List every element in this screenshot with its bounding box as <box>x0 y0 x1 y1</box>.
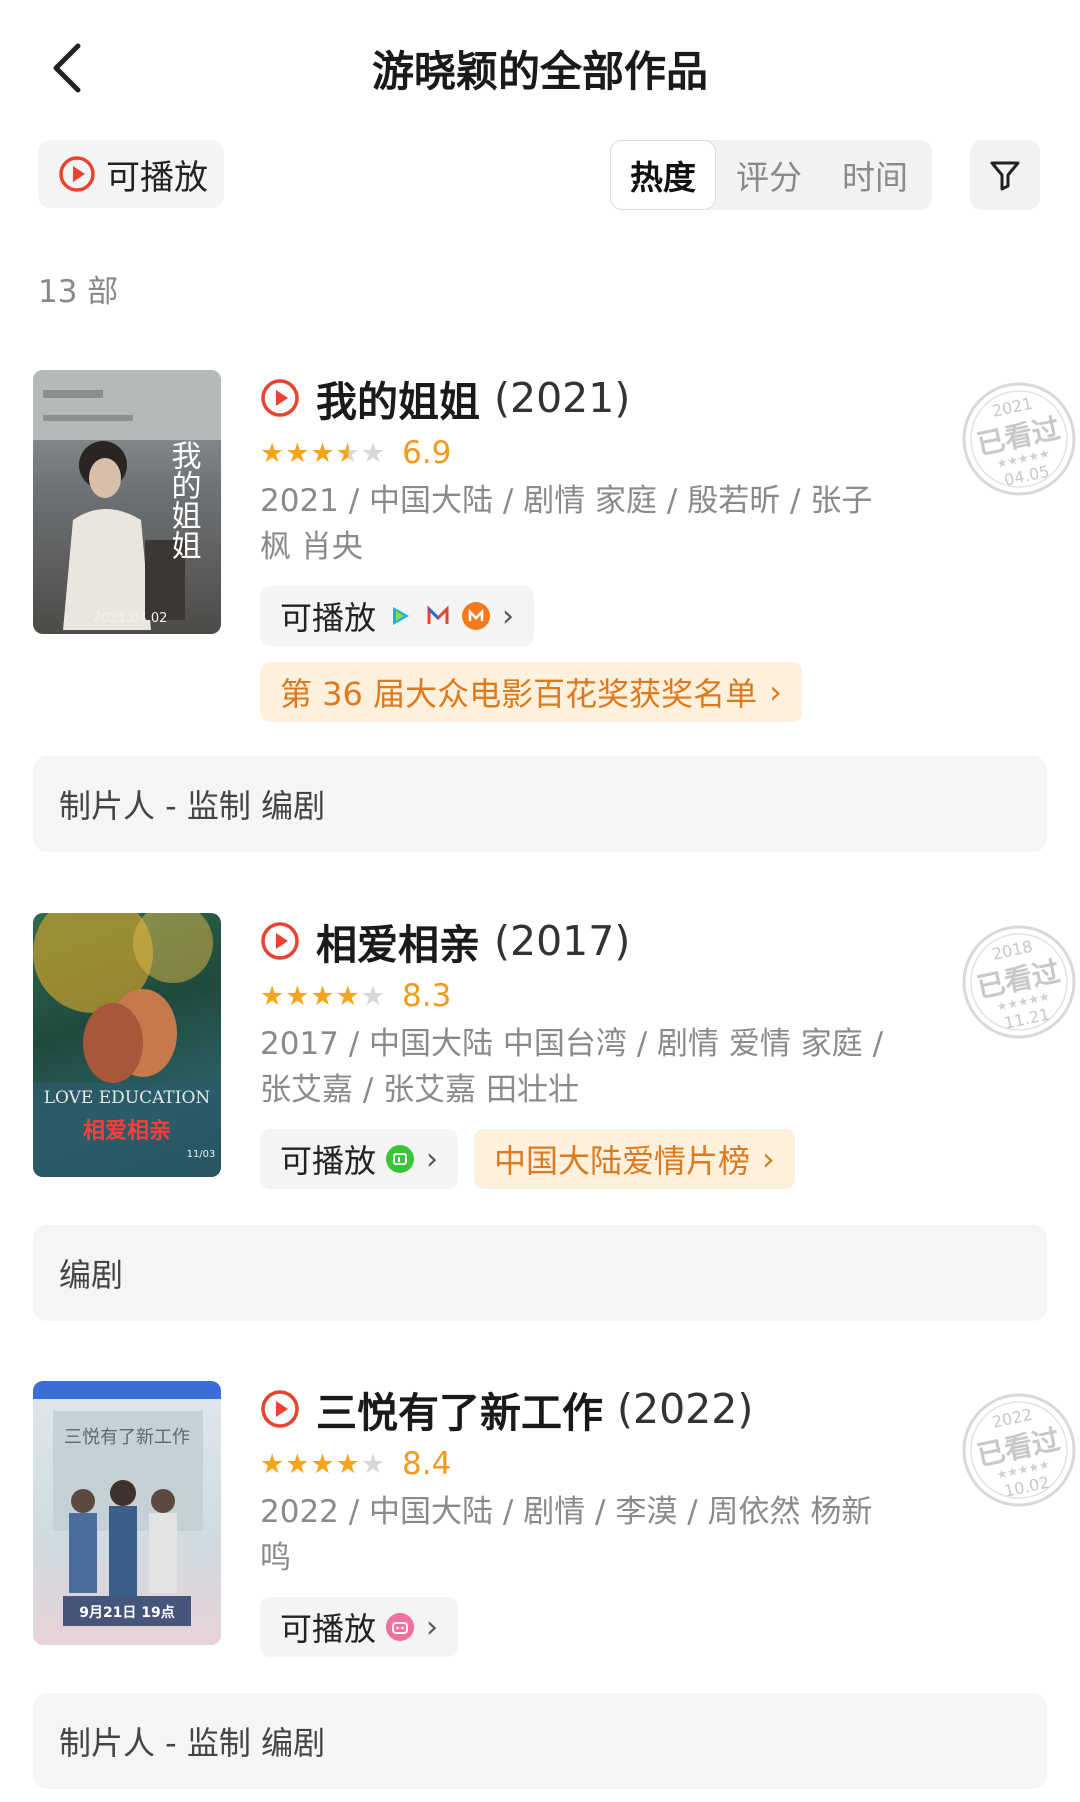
tab-popularity[interactable]: 热度 <box>610 140 716 210</box>
poster-date-text: 2021.04.02 <box>93 611 167 626</box>
work-info: 我的姐姐 (2021) ★★★★★ 6.9 2021 / 中国大陆 / 剧情 家… <box>260 370 900 722</box>
work-year: (2021) <box>494 374 631 422</box>
work-info: 三悦有了新工作 (2022) ★★★★★ 8.4 2022 / 中国大陆 / 剧… <box>260 1381 900 1657</box>
ranking-list-link[interactable]: 中国大陆爱情片榜 › <box>474 1129 795 1189</box>
works-count: 13 部 <box>38 274 119 310</box>
filter-button[interactable] <box>970 140 1040 210</box>
work-meta: 2022 / 中国大陆 / 剧情 / 李漠 / 周依然 杨新鸣 <box>260 1494 873 1576</box>
work-meta: 2021 / 中国大陆 / 剧情 家庭 / 殷若昕 / 张子枫 肖央 <box>260 483 873 565</box>
poster-date-text: 11/03 <box>187 1149 216 1160</box>
play-label: 可播放 <box>280 1142 377 1180</box>
play-circle-icon <box>59 156 95 192</box>
chevron-right-icon: › <box>769 673 782 711</box>
play-circle-icon <box>261 922 299 960</box>
tab-time[interactable]: 时间 <box>822 140 928 210</box>
play-circle-icon <box>261 379 299 417</box>
poster-image[interactable]: 我的姐姐 2021.04.02 <box>33 370 221 634</box>
work-info: 相爱相亲 (2017) ★★★★★ 8.3 2017 / 中国大陆 中国台湾 /… <box>260 913 900 1189</box>
bilibili-icon <box>386 1613 415 1641</box>
funnel-icon <box>990 161 1020 191</box>
rating-stars: ★★★★★ <box>260 980 387 1012</box>
role-bar: 编剧 <box>33 1225 1047 1321</box>
play-label: 可播放 <box>280 1610 377 1648</box>
chevron-right-icon: › <box>426 1141 439 1177</box>
play-sources-button[interactable]: 可播放 › <box>260 1129 459 1189</box>
tab-rating[interactable]: 评分 <box>716 140 822 210</box>
work-title[interactable]: 相爱相亲 <box>316 911 480 971</box>
toolbar: 可播放 热度 评分 时间 <box>0 140 1080 212</box>
poster-title-text: 三悦有了新工作 <box>64 1427 190 1448</box>
chevron-right-icon: › <box>502 598 515 634</box>
play-circle-icon <box>261 1390 299 1428</box>
award-label: 中国大陆爱情片榜 <box>494 1142 751 1180</box>
playable-filter-button[interactable]: 可播放 <box>38 140 224 208</box>
header: 游晓颖的全部作品 <box>0 0 1080 130</box>
work-meta: 2017 / 中国大陆 中国台湾 / 剧情 爱情 家庭 / 张艾嘉 / 张艾嘉 … <box>260 1026 884 1108</box>
award-label: 第 36 届大众电影百花奖获奖名单 <box>280 675 758 713</box>
role-bar: 制片人 - 监制 编剧 <box>33 756 1047 852</box>
rating-score: 6.9 <box>402 435 452 471</box>
poster-date-text: 9月21日 19点 <box>79 1604 175 1621</box>
tencent-video-icon <box>386 602 414 630</box>
rating-score: 8.4 <box>402 1446 452 1482</box>
work-year: (2017) <box>494 917 631 965</box>
watched-stamp: 2018 已看过 ★★★★★ 11.21 <box>962 925 1076 1039</box>
poster-image[interactable]: LOVE EDUCATION 相爱相亲 11/03 <box>33 913 221 1177</box>
rating-stars: ★★★★★ <box>260 1448 387 1480</box>
poster-title-text: 相爱相亲 <box>83 1119 171 1144</box>
mango-tv-icon <box>462 602 491 630</box>
poster-image[interactable]: 三悦有了新工作 9月21日 19点 <box>33 1381 221 1645</box>
poster-title-text: 我的姐姐 <box>166 440 201 560</box>
play-sources-button[interactable]: 可播放 › <box>260 1597 459 1657</box>
sort-tabs: 热度 评分 时间 <box>610 140 932 210</box>
mgtv-m-icon <box>424 602 452 630</box>
play-sources-button[interactable]: 可播放 › <box>260 586 535 646</box>
rating-score: 8.3 <box>402 978 452 1014</box>
chevron-right-icon: › <box>426 1609 439 1645</box>
watched-stamp: 2022 已看过 ★★★★★ 10.02 <box>962 1393 1076 1507</box>
watched-stamp: 2021 已看过 ★★★★★ 04.05 <box>962 382 1076 496</box>
poster-english-title: LOVE EDUCATION <box>44 1088 211 1108</box>
award-list-link[interactable]: 第 36 届大众电影百花奖获奖名单 › <box>260 662 802 722</box>
playable-filter-label: 可播放 <box>106 157 208 198</box>
iqiyi-icon <box>386 1145 415 1173</box>
work-title[interactable]: 我的姐姐 <box>316 368 480 428</box>
page-title: 游晓颖的全部作品 <box>371 47 708 96</box>
rating-stars: ★★★★★ <box>260 437 387 469</box>
role-bar: 制片人 - 监制 编剧 <box>33 1693 1047 1789</box>
play-label: 可播放 <box>280 599 377 637</box>
work-title[interactable]: 三悦有了新工作 <box>316 1379 603 1439</box>
chevron-right-icon: › <box>762 1140 775 1178</box>
work-year: (2022) <box>617 1385 754 1433</box>
